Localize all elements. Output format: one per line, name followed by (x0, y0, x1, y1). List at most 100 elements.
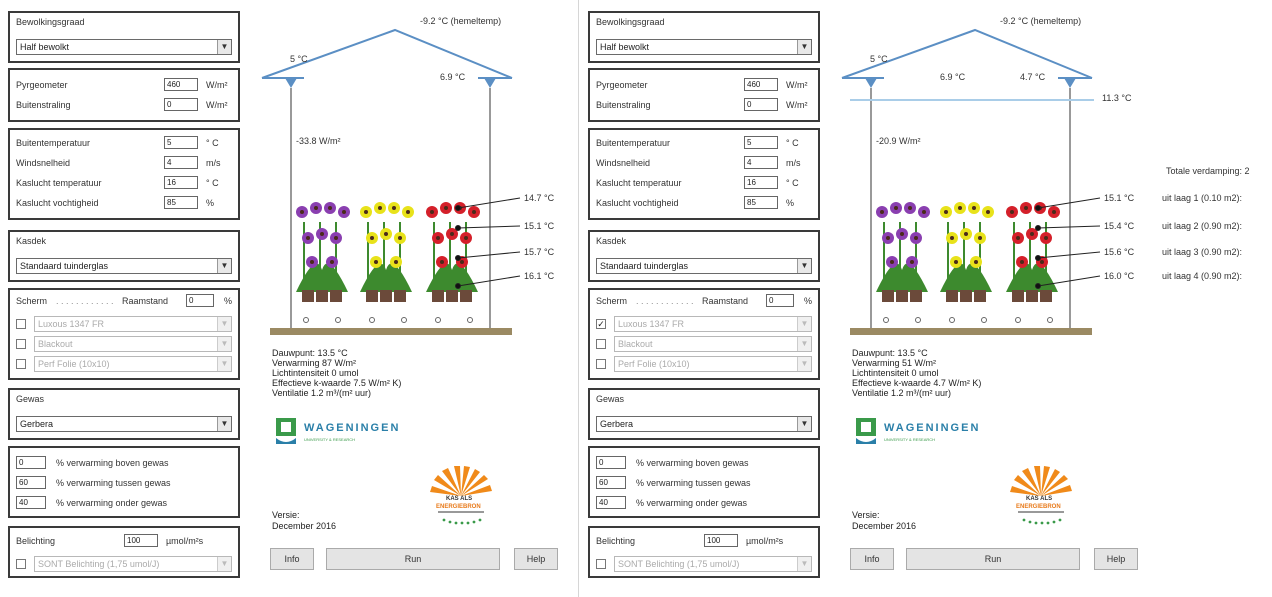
flower-center (922, 210, 926, 214)
flower-center (328, 206, 332, 210)
chevron-down-icon[interactable]: ▼ (217, 357, 231, 371)
radiation-flux: -33.8 W/m² (296, 136, 341, 146)
run-button[interactable]: Run (906, 548, 1080, 570)
heat-between-input[interactable]: 60 (16, 476, 46, 489)
help-button[interactable]: Help (1094, 548, 1138, 570)
lighting-input[interactable]: 100 (704, 534, 738, 547)
flower-center (964, 232, 968, 236)
crop-box: Gewas Gerbera ▼ (8, 388, 240, 440)
screen-select-3[interactable]: Perf Folie (10x10) ▼ (614, 356, 812, 372)
layer-evap-4: uit laag 4 (0.90 m2): (1162, 271, 1243, 281)
plant-pot (460, 290, 472, 302)
plant-pot (446, 290, 458, 302)
lighting-row: Belichting 100 µmol/m²s (16, 534, 236, 548)
plant-pot (1026, 290, 1038, 302)
flower-center (450, 232, 454, 236)
screen-row-3: Perf Folie (10x10) ▼ (596, 356, 814, 372)
lighting-box: Belichting 100 µmol/m²s SONT Belichting … (588, 526, 820, 578)
help-button[interactable]: Help (514, 548, 558, 570)
flower-center (392, 206, 396, 210)
panel-divider (578, 0, 579, 597)
roof-right-temp: 4.7 °C (1020, 72, 1046, 82)
k-value: Effectieve k-waarde 7.5 W/m² K) (272, 378, 402, 388)
info-button[interactable]: Info (850, 548, 894, 570)
chevron-down-icon[interactable]: ▼ (797, 417, 811, 431)
chevron-down-icon[interactable]: ▼ (217, 417, 231, 431)
flower-center (972, 206, 976, 210)
lamp-select[interactable]: SONT Belichting (1,75 umol/J) ▼ (34, 556, 232, 572)
flower-center (370, 236, 374, 240)
plant-pot (960, 290, 972, 302)
crop-select[interactable]: Gerbera ▼ (16, 416, 232, 432)
layer-temp-3: 15.6 °C (1104, 247, 1135, 257)
run-button[interactable]: Run (326, 548, 500, 570)
screen-checkbox-3[interactable] (596, 359, 606, 369)
flower-center (880, 210, 884, 214)
chevron-down-icon[interactable]: ▼ (797, 557, 811, 571)
flower-center (472, 210, 476, 214)
flower-center (958, 206, 962, 210)
crop-title: Gewas (16, 394, 45, 404)
flower-center (1044, 236, 1048, 240)
info-button[interactable]: Info (270, 548, 314, 570)
crop-select[interactable]: Gerbera ▼ (596, 416, 812, 432)
flower-center (1052, 210, 1056, 214)
plant-stem (883, 222, 885, 282)
plant-stem (1045, 222, 1047, 282)
roof-right-temp: 6.9 °C (440, 72, 466, 82)
plant-pot (1040, 290, 1052, 302)
version: Versie: December 2016 (852, 510, 916, 532)
flower-center (430, 210, 434, 214)
lighting-row: Belichting 100 µmol/m²s (596, 534, 816, 548)
energiebron-text: ENERGIEBRON (1016, 504, 1061, 510)
screen-name-3: Perf Folie (10x10) (618, 359, 690, 369)
heat-above-label: % verwarming boven gewas (636, 458, 749, 468)
version-date: December 2016 (852, 521, 917, 531)
layer-temp-2: 15.4 °C (1104, 221, 1135, 231)
energiebron-text: ENERGIEBRON (436, 504, 481, 510)
heat-below-row: 40 % verwarming onder gewas (596, 496, 816, 510)
heat-above-input[interactable]: 0 (16, 456, 46, 469)
heat-between-row: 60 % verwarming tussen gewas (596, 476, 816, 490)
lamp-checkbox[interactable] (596, 559, 606, 569)
screen-checkbox-3[interactable] (16, 359, 26, 369)
chevron-down-icon[interactable]: ▼ (797, 357, 811, 371)
greenhouse-diagram (261, 28, 521, 335)
flower-center (406, 210, 410, 214)
chevron-down-icon[interactable]: ▼ (217, 557, 231, 571)
wageningen-mark (856, 418, 876, 444)
flower-center (950, 236, 954, 240)
dew-point: Dauwpunt: 13.5 °C (272, 348, 348, 358)
heat-above-input[interactable]: 0 (596, 456, 626, 469)
heat-below-input[interactable]: 40 (16, 496, 46, 509)
flower-center (1010, 210, 1014, 214)
flower-center (306, 236, 310, 240)
flower-center (1030, 232, 1034, 236)
light-intensity: Lichtintensiteit 0 umol (272, 368, 359, 378)
sky-temp: -9.2 °C (hemeltemp) (420, 16, 502, 26)
kas-als-energiebron-logo: KAS ALS ENERGIEBRON (420, 466, 502, 528)
flower-center (986, 210, 990, 214)
lighting-label: Belichting (16, 536, 56, 546)
evaporation-title: Totale verdamping: 2 (1166, 166, 1250, 176)
layer-temp-4: 16.1 °C (524, 271, 555, 281)
roof-left-temp: 5 °C (870, 54, 888, 64)
screen-temp: 11.3 °C (1102, 93, 1132, 103)
floor (850, 328, 1092, 335)
heat-below-input[interactable]: 40 (596, 496, 626, 509)
gutter-right-cap (1064, 78, 1076, 88)
lamp-select[interactable]: SONT Belichting (1,75 umol/J) ▼ (614, 556, 812, 572)
flower-center (384, 232, 388, 236)
flower-center (334, 236, 338, 240)
ventilation: Ventilatie 1.2 m³/(m² uur) (272, 388, 372, 398)
screen-select-3[interactable]: Perf Folie (10x10) ▼ (34, 356, 232, 372)
flower-center (436, 236, 440, 240)
plant-pot (974, 290, 986, 302)
roof-left-temp: 5 °C (290, 54, 308, 64)
heating-box: 0 % verwarming boven gewas 60 % verwarmi… (588, 446, 820, 518)
version: Versie: December 2016 (272, 510, 336, 532)
flower-center (1020, 260, 1024, 264)
heat-between-input[interactable]: 60 (596, 476, 626, 489)
lamp-checkbox[interactable] (16, 559, 26, 569)
lighting-input[interactable]: 100 (124, 534, 158, 547)
